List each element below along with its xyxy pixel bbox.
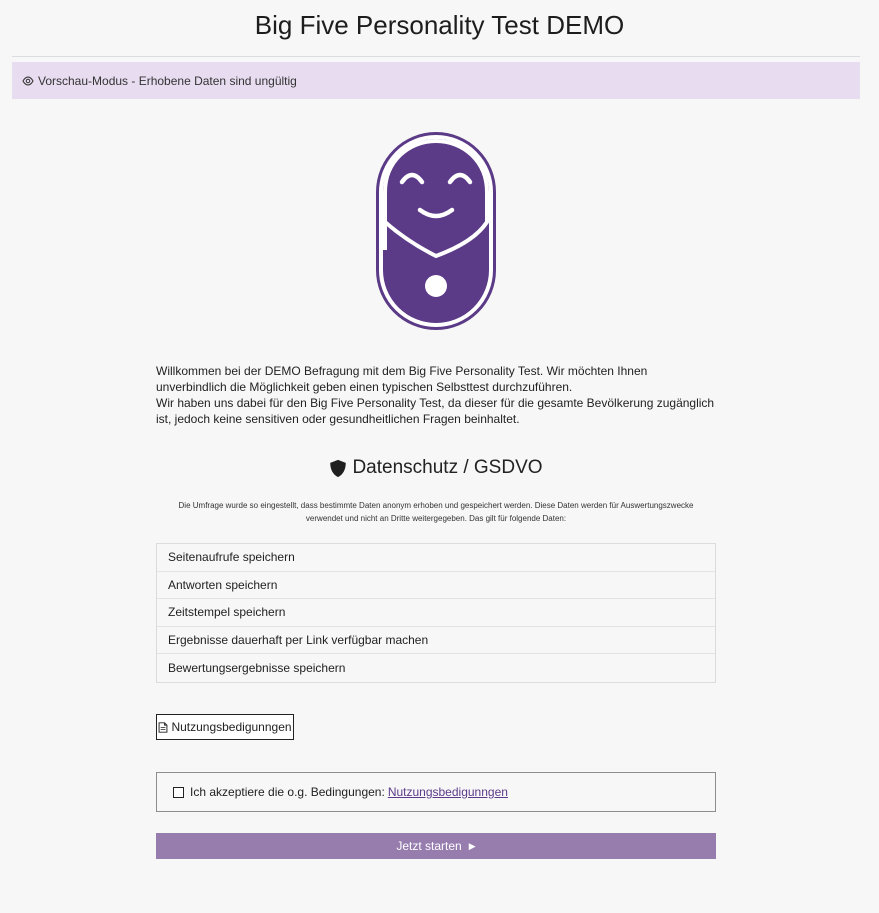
document-icon <box>159 721 168 733</box>
intro-paragraph: Willkommen bei der DEMO Befragung mit de… <box>156 364 648 394</box>
list-item: Zeitstempel speichern <box>157 599 715 627</box>
page-title: Big Five Personality Test DEMO <box>254 10 625 40</box>
preview-mode-text: Vorschau-Modus - Erhobene Daten sind ung… <box>38 73 297 88</box>
intro-paragraph: Wir haben uns dabei für den Big Five Per… <box>156 396 715 426</box>
eye-icon <box>22 75 34 86</box>
accept-terms-label: Ich akzeptiere die o.g. Bedingungen: <box>190 785 385 799</box>
caret-right-icon: ▶ <box>468 840 476 851</box>
privacy-heading-text: Datenschutz / GSDVO <box>352 457 543 478</box>
privacy-description: Die Umfrage wurde so eingestellt, dass b… <box>178 501 694 523</box>
preview-mode-banner: Vorschau-Modus - Erhobene Daten sind ung… <box>12 62 860 99</box>
list-item: Ergebnisse dauerhaft per Link verfügbar … <box>157 627 715 655</box>
divider <box>12 56 860 57</box>
list-item: Bewertungsergebnisse speichern <box>168 661 346 676</box>
intro-text: Willkommen bei der DEMO Befragung mit de… <box>156 363 716 427</box>
accept-terms-box: Ich akzeptiere die o.g. Bedingungen: Nut… <box>156 772 716 812</box>
terms-button[interactable]: Nutzungsbedigunngen <box>156 714 294 740</box>
terms-link[interactable]: Nutzungsbedigunngen <box>388 785 508 799</box>
stored-data-list: Seitenaufrufe speichern Antworten speich… <box>156 543 716 683</box>
start-button[interactable]: Jetzt starten ▶ <box>156 833 716 859</box>
accept-terms-checkbox[interactable] <box>173 786 184 798</box>
privacy-heading: Datenschutz / GSDVO <box>156 457 716 479</box>
start-button-label: Jetzt starten <box>396 839 462 853</box>
list-item: Antworten speichern <box>157 572 715 600</box>
logo <box>376 132 496 330</box>
list-item: Seitenaufrufe speichern <box>157 544 715 572</box>
shield-icon <box>330 459 347 477</box>
terms-button-label: Nutzungsbedigunngen <box>171 720 292 734</box>
